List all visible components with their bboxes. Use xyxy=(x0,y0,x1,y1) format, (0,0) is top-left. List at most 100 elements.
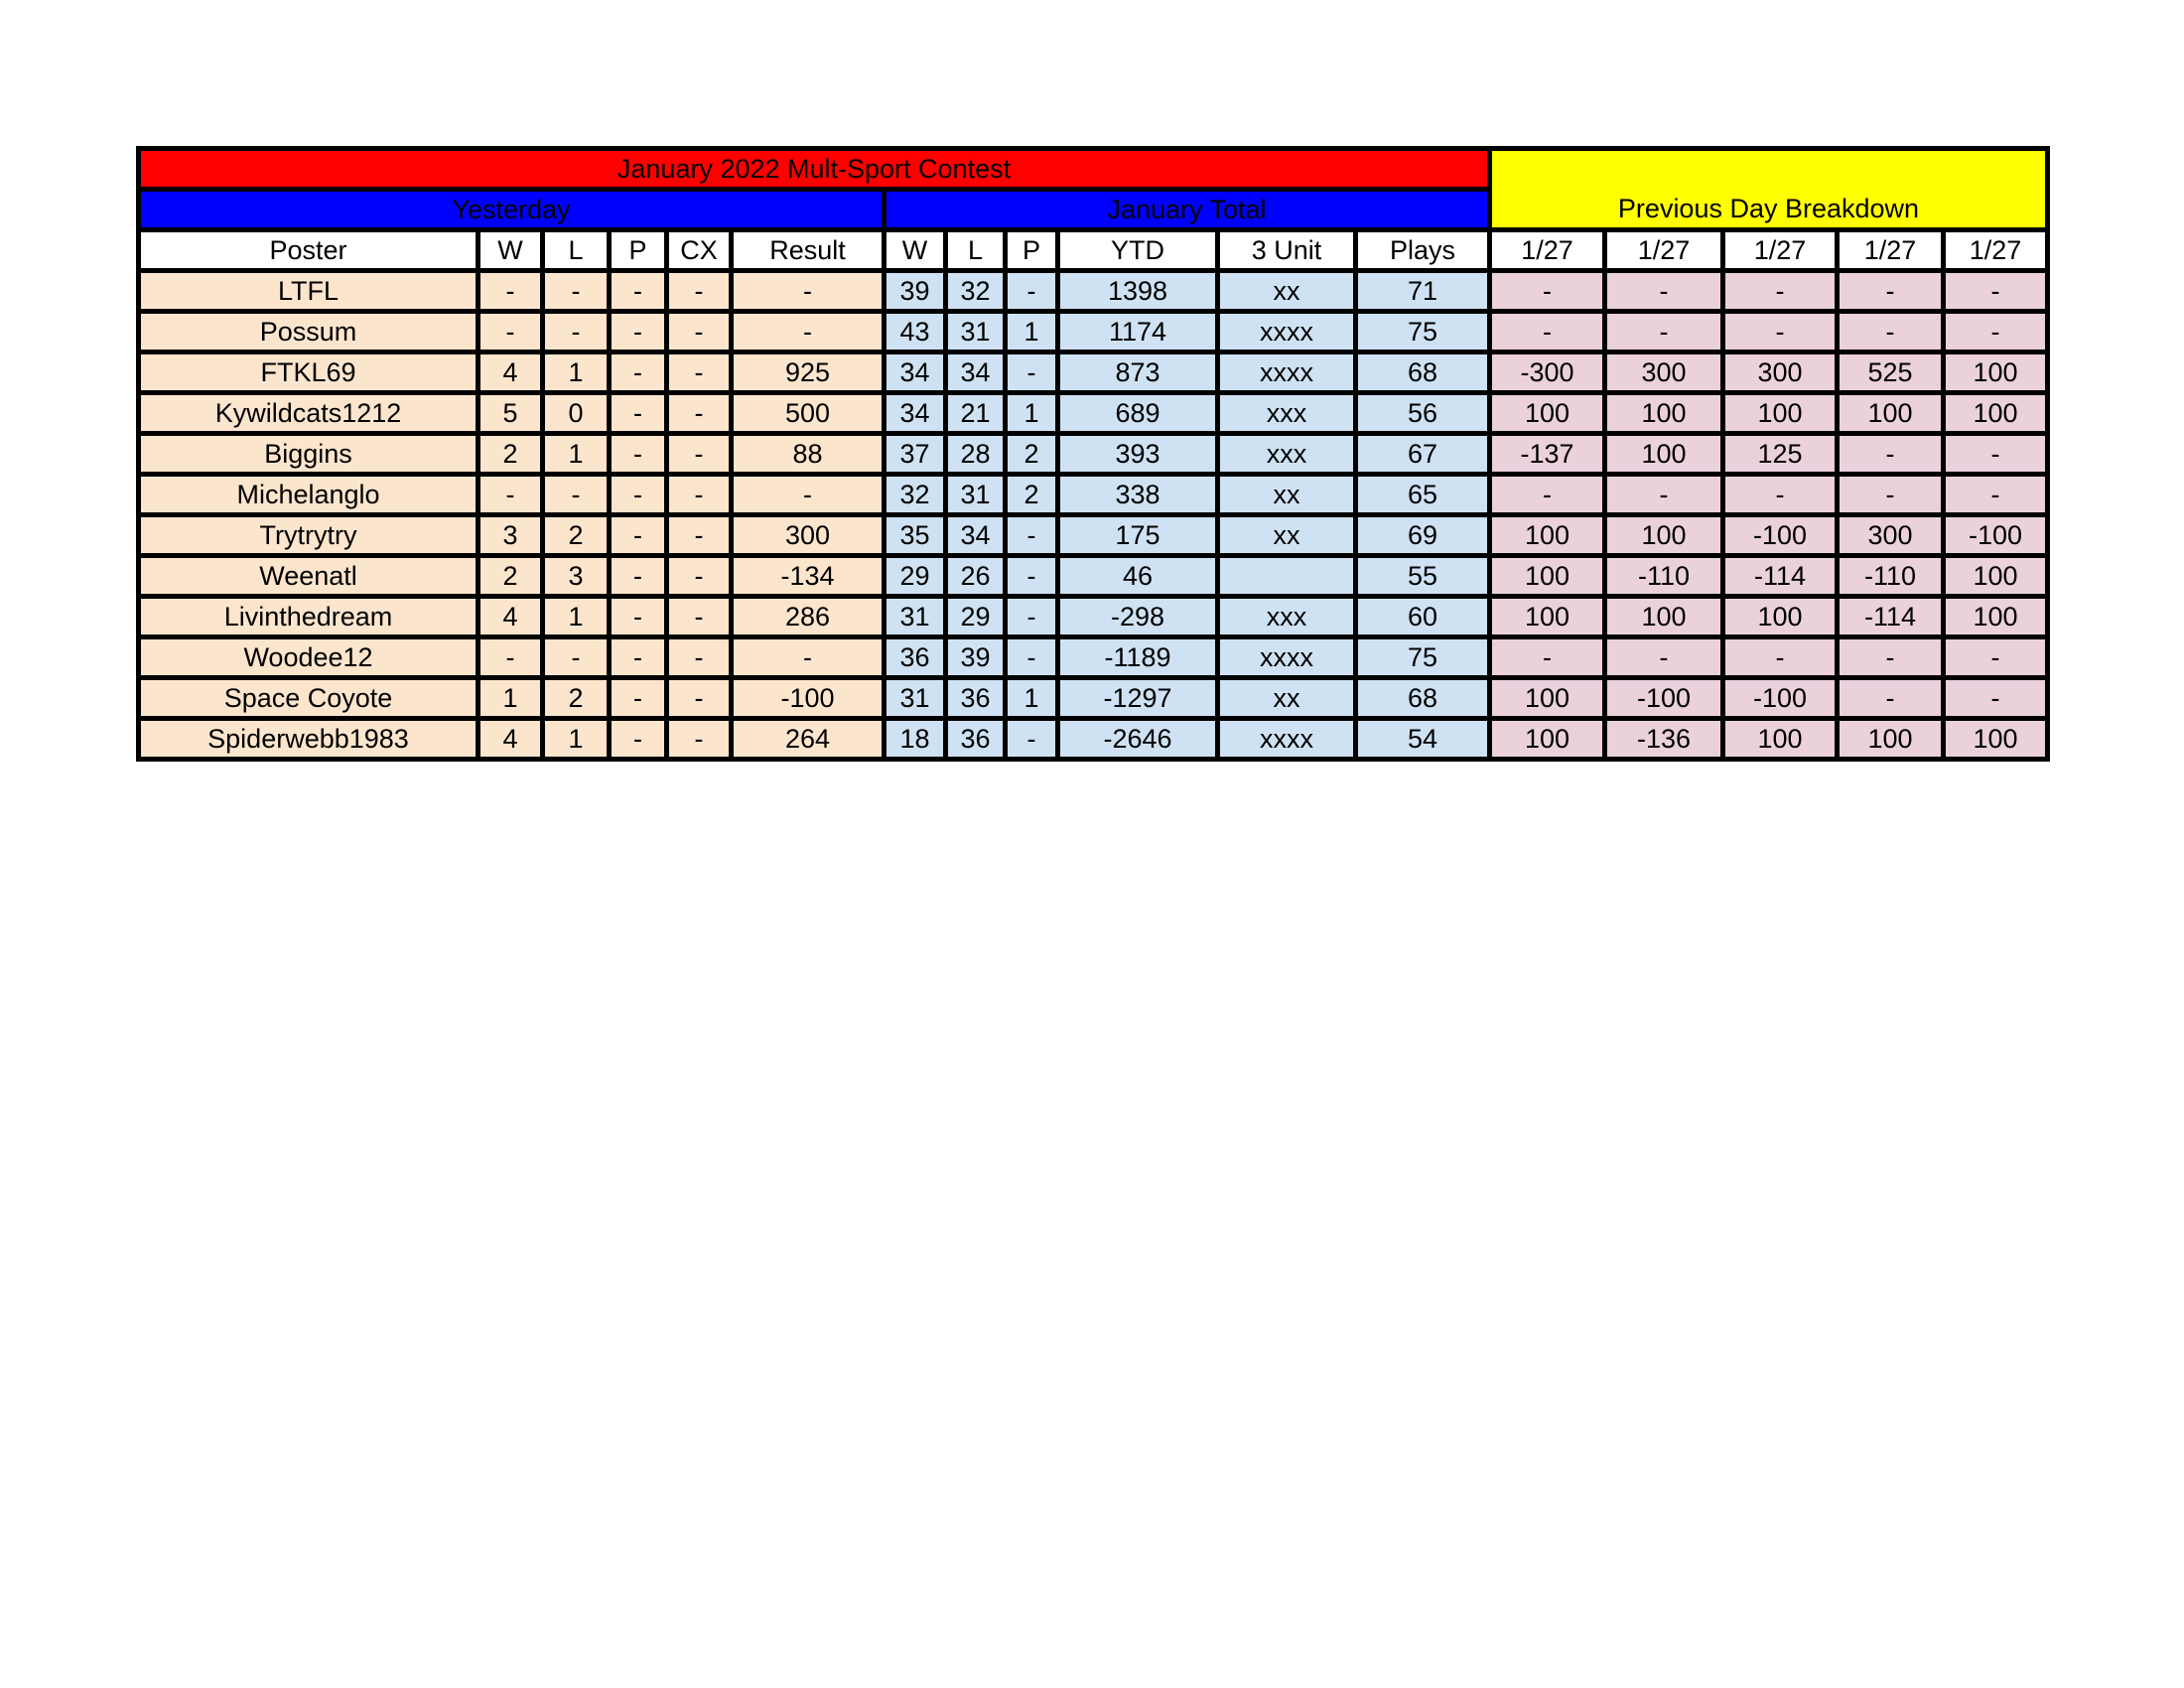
total-plays-cell: 71 xyxy=(1353,268,1492,314)
breakdown-pick-3-cell: -100 xyxy=(1720,675,1840,721)
total-plays-cell: 68 xyxy=(1353,350,1492,395)
yesterday-p-cell: - xyxy=(607,268,669,314)
yesterday-w-cell: 5 xyxy=(476,390,545,436)
breakdown-pick-1-cell: - xyxy=(1487,472,1607,517)
yesterday-w-cell: 2 xyxy=(476,431,545,477)
yesterday-result-cell: 88 xyxy=(729,431,887,477)
breakdown-pick-5-cell: 100 xyxy=(1941,390,2050,436)
total-w-cell: 39 xyxy=(882,268,948,314)
table-row: Woodee12- - - - -36 39- -1189 xxxx 75- - - - - xyxy=(136,634,2050,680)
poster-name: Biggins xyxy=(136,431,480,477)
yesterday-w-cell: 2 xyxy=(476,553,545,599)
breakdown-pick-3-cell: 100 xyxy=(1720,390,1840,436)
total-ytd-cell: -1297 xyxy=(1055,675,1220,721)
breakdown-pick-2-cell: 300 xyxy=(1602,350,1725,395)
yesterday-p-cell: - xyxy=(607,716,669,762)
yesterday-w-cell: - xyxy=(476,472,545,517)
total-plays-cell: 75 xyxy=(1353,309,1492,354)
breakdown-pick-2-cell: 100 xyxy=(1602,512,1725,558)
total-l-cell: 26 xyxy=(943,553,1008,599)
total-w-cell: 32 xyxy=(882,472,948,517)
yesterday-result-cell: 300 xyxy=(729,512,887,558)
total-3-unit-cell: xxxx xyxy=(1215,634,1358,680)
yesterday-l-cell: 2 xyxy=(540,512,612,558)
yesterday-cx-cell: - xyxy=(664,472,734,517)
breakdown-pick-5-cell: 100 xyxy=(1941,350,2050,395)
breakdown-pick-4-cell: - xyxy=(1835,309,1946,354)
total-3-unit-cell: xxxx xyxy=(1215,350,1358,395)
breakdown-pick-4-cell: 300 xyxy=(1835,512,1946,558)
breakdown-pick-5-cell: - xyxy=(1941,634,2050,680)
total-ytd-cell: 1174 xyxy=(1055,309,1220,354)
breakdown-pick-5-cell: 100 xyxy=(1941,553,2050,599)
total-ytd-cell: 46 xyxy=(1055,553,1220,599)
total-ytd-cell: 338 xyxy=(1055,472,1220,517)
yesterday-w-cell: - xyxy=(476,268,545,314)
total-ytd-cell: 175 xyxy=(1055,512,1220,558)
total-3-unit-cell: xxx xyxy=(1215,390,1358,436)
yesterday-result-cell: 264 xyxy=(729,716,887,762)
breakdown-pick-1-cell: -300 xyxy=(1487,350,1607,395)
yesterday-w-cell: - xyxy=(476,309,545,354)
header-breakdown-date-5: 1/27 xyxy=(1941,227,2050,273)
total-w-cell: 35 xyxy=(882,512,948,558)
total-plays-cell: 75 xyxy=(1353,634,1492,680)
section-yesterday: Yesterday xyxy=(136,187,887,232)
total-ytd-cell: -1189 xyxy=(1055,634,1220,680)
yesterday-l-cell: 1 xyxy=(540,594,612,639)
yesterday-l-cell: - xyxy=(540,268,612,314)
yesterday-p-cell: - xyxy=(607,594,669,639)
total-l-cell: 39 xyxy=(943,634,1008,680)
breakdown-pick-1-cell: 100 xyxy=(1487,512,1607,558)
breakdown-pick-2-cell: -136 xyxy=(1602,716,1725,762)
breakdown-pick-4-cell: - xyxy=(1835,472,1946,517)
total-l-cell: 32 xyxy=(943,268,1008,314)
yesterday-p-cell: - xyxy=(607,512,669,558)
yesterday-l-cell: 1 xyxy=(540,431,612,477)
table-row: Possum - - - - -43 31 1 1174 xxxx 75- - - - - xyxy=(136,309,2050,354)
header-yesterday-cx: CX xyxy=(664,227,734,273)
title-row: January 2022 Mult-Sport Contest Previous… xyxy=(136,146,2050,232)
total-p-cell: 2 xyxy=(1003,431,1060,477)
table-row: Trytrytry 3 2- -300 35 34-175 xx 69 100 100 -100 30… xyxy=(136,512,2050,558)
yesterday-l-cell: - xyxy=(540,472,612,517)
header-yesterday-w: W xyxy=(476,227,545,273)
total-plays-cell: 55 xyxy=(1353,553,1492,599)
breakdown-pick-3-cell: 125 xyxy=(1720,431,1840,477)
total-3-unit-cell: xxxx xyxy=(1215,309,1358,354)
total-3-unit-cell xyxy=(1215,553,1358,599)
yesterday-cx-cell: - xyxy=(664,268,734,314)
yesterday-l-cell: 2 xyxy=(540,675,612,721)
yesterday-w-cell: 1 xyxy=(476,675,545,721)
breakdown-pick-2-cell: - xyxy=(1602,472,1725,517)
yesterday-l-cell: 3 xyxy=(540,553,612,599)
yesterday-l-cell: - xyxy=(540,634,612,680)
total-ytd-cell: 873 xyxy=(1055,350,1220,395)
yesterday-cx-cell: - xyxy=(664,594,734,639)
total-l-cell: 34 xyxy=(943,350,1008,395)
total-3-unit-cell: xxxx xyxy=(1215,716,1358,762)
breakdown-pick-3-cell: 100 xyxy=(1720,594,1840,639)
yesterday-result-cell: 925 xyxy=(729,350,887,395)
yesterday-l-cell: - xyxy=(540,309,612,354)
yesterday-w-cell: - xyxy=(476,634,545,680)
poster-name: Possum xyxy=(136,309,480,354)
yesterday-result-cell: -100 xyxy=(729,675,887,721)
total-ytd-cell: -298 xyxy=(1055,594,1220,639)
breakdown-pick-5-cell: 100 xyxy=(1941,716,2050,762)
poster-name: Woodee12 xyxy=(136,634,480,680)
breakdown-pick-1-cell: - xyxy=(1487,634,1607,680)
total-3-unit-cell: xx xyxy=(1215,675,1358,721)
breakdown-pick-4-cell: - xyxy=(1835,431,1946,477)
total-l-cell: 36 xyxy=(943,675,1008,721)
header-breakdown-date-4: 1/27 xyxy=(1835,227,1946,273)
yesterday-result-cell: 286 xyxy=(729,594,887,639)
total-l-cell: 36 xyxy=(943,716,1008,762)
breakdown-pick-5-cell: - xyxy=(1941,431,2050,477)
breakdown-pick-2-cell: - xyxy=(1602,309,1725,354)
total-l-cell: 21 xyxy=(943,390,1008,436)
yesterday-w-cell: 4 xyxy=(476,594,545,639)
breakdown-pick-1-cell: -137 xyxy=(1487,431,1607,477)
breakdown-pick-3-cell: 300 xyxy=(1720,350,1840,395)
breakdown-pick-3-cell: -114 xyxy=(1720,553,1840,599)
